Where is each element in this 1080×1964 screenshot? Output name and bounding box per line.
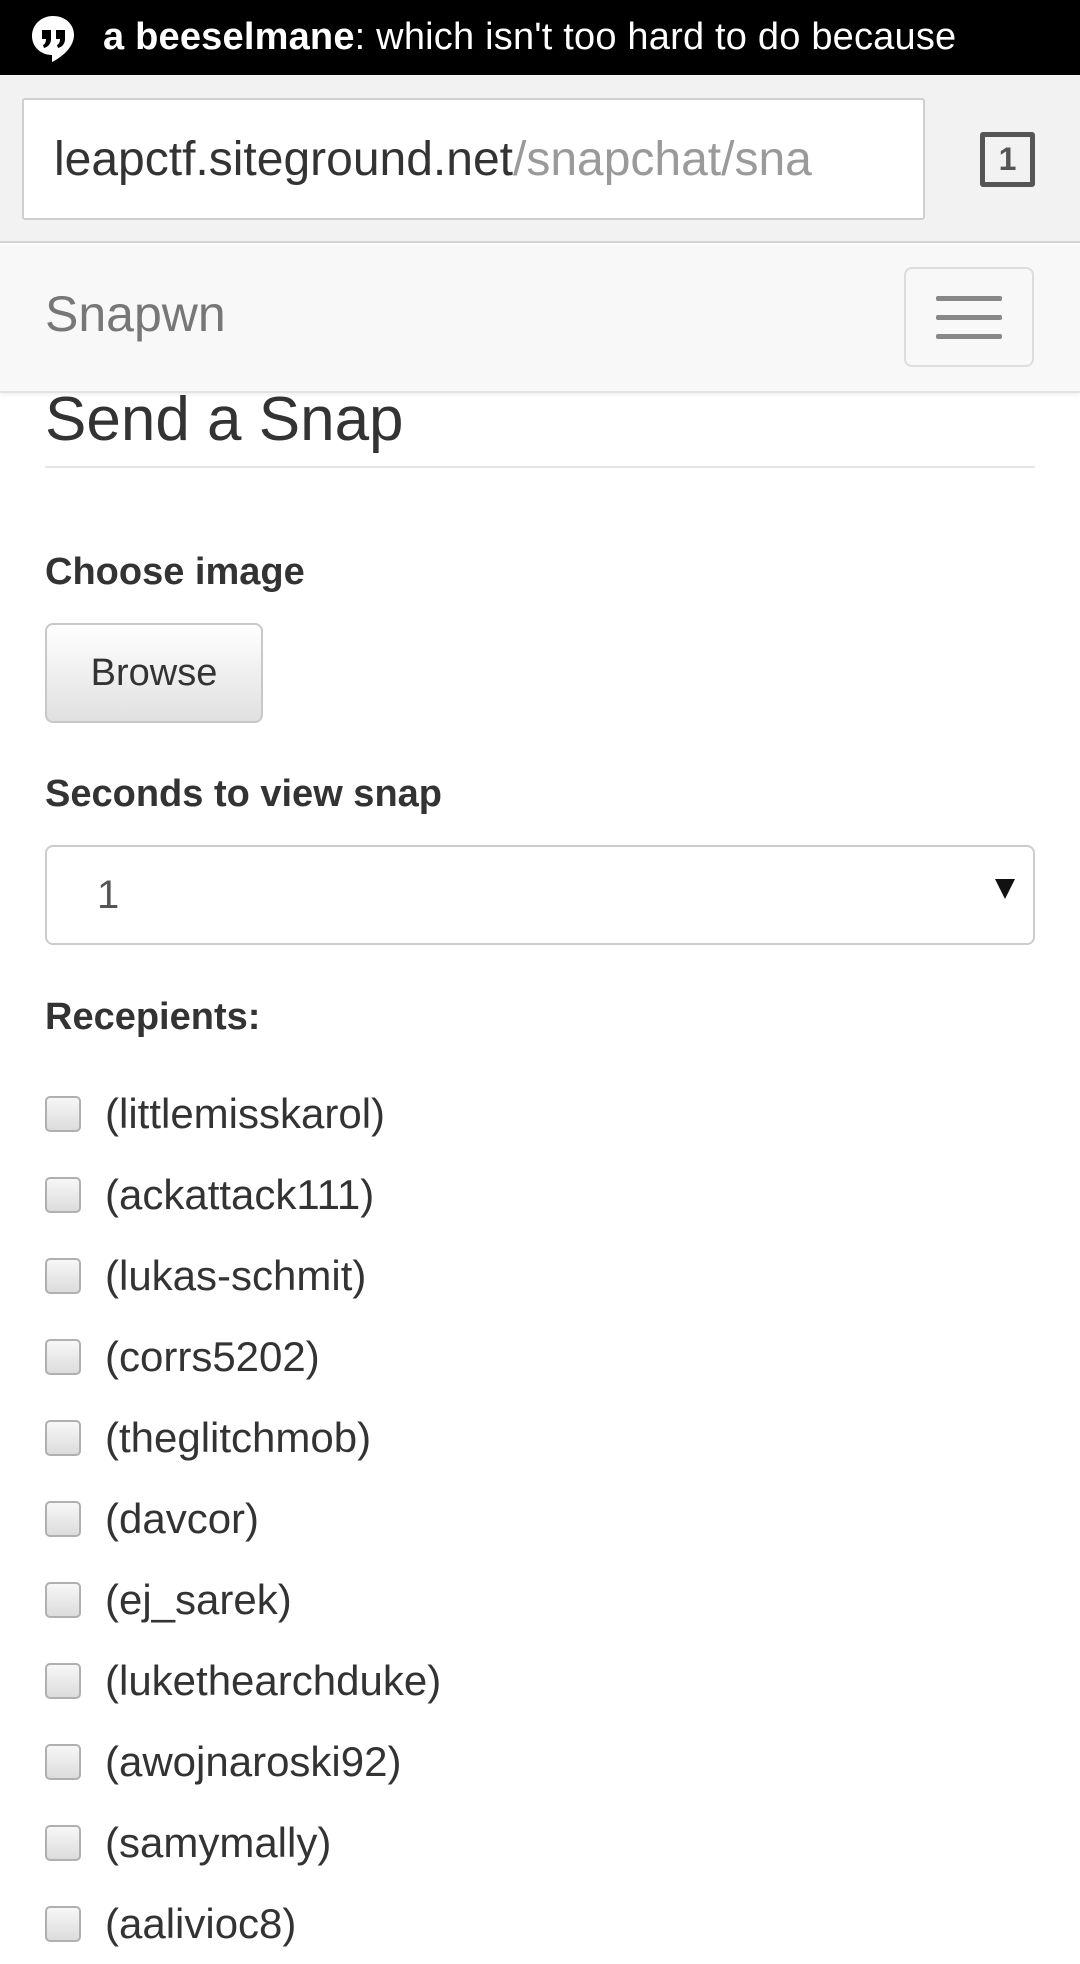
recipient-item[interactable]: (ackattack111) (45, 1154, 1035, 1235)
recipient-checkbox[interactable] (45, 1257, 81, 1294)
recipient-name: (corrs5202) (105, 1332, 320, 1380)
tab-count: 1 (998, 141, 1017, 177)
recipient-name: (littlemisskarol) (105, 1089, 386, 1137)
notification-sender: a beeselmane (103, 16, 355, 58)
recipient-item[interactable]: (aalivioc8) (45, 1883, 1035, 1964)
url-path: /snapchat/sna (512, 132, 812, 186)
recipient-name: (ackattack111) (105, 1170, 375, 1218)
recipient-name: (aalivioc8) (105, 1899, 297, 1947)
notification-message: : which isn't too hard to do because (354, 16, 957, 58)
seconds-label: Seconds to view snap (45, 773, 442, 815)
recipient-checkbox[interactable] (45, 1338, 81, 1375)
recipient-checkbox[interactable] (45, 1743, 81, 1780)
site-navbar: Snapwn (0, 245, 1080, 393)
recipient-checkbox[interactable] (45, 1662, 81, 1699)
recipient-item[interactable]: (theglitchmob) (45, 1397, 1035, 1478)
url-host: leapctf.siteground.net (54, 132, 513, 186)
recipient-checkbox[interactable] (45, 1419, 81, 1456)
recipient-item[interactable]: (ej_sarek) (45, 1559, 1035, 1640)
recipient-checkbox[interactable] (45, 1581, 81, 1618)
recipient-item[interactable]: (samymally) (45, 1802, 1035, 1883)
page-title: Send a Snap (45, 393, 1035, 468)
recipient-item[interactable]: (littlemisskarol) (45, 1073, 1035, 1154)
hangouts-icon (32, 15, 74, 62)
seconds-value: 1 (97, 872, 120, 917)
browse-button[interactable]: Browse (45, 623, 263, 723)
recipient-checkbox[interactable] (45, 1095, 81, 1132)
browser-toolbar: leapctf.siteground.net/snapchat/sna 1 (0, 75, 1080, 243)
choose-image-label: Choose image (45, 551, 305, 593)
menu-toggle-button[interactable] (904, 267, 1034, 367)
recipient-item[interactable]: (corrs5202) (45, 1316, 1035, 1397)
recipient-item[interactable]: (lukas-schmit) (45, 1235, 1035, 1316)
recipient-checkbox[interactable] (45, 1500, 81, 1537)
seconds-select[interactable]: 1 (45, 845, 1035, 945)
brand-link[interactable]: Snapwn (45, 285, 226, 343)
recipients-label: Recepients: (45, 996, 261, 1038)
recipient-checkbox[interactable] (45, 1905, 81, 1942)
recipient-checkbox[interactable] (45, 1176, 81, 1213)
recipient-name: (samymally) (105, 1818, 332, 1866)
recipient-item[interactable]: (davcor) (45, 1478, 1035, 1559)
url-bar[interactable]: leapctf.siteground.net/snapchat/sna (22, 98, 925, 220)
recipient-item[interactable]: (lukethearchduke) (45, 1640, 1035, 1721)
dropdown-arrow-icon (995, 879, 1015, 899)
recipient-name: (ej_sarek) (105, 1575, 292, 1623)
recipient-checkbox[interactable] (45, 1824, 81, 1861)
notification-ticker: a beeselmane: which isn't too hard to do… (0, 0, 1080, 75)
recipient-name: (awojnaroski92) (105, 1737, 402, 1785)
recipient-list: (littlemisskarol) (ackattack111) (lukas-… (45, 1073, 1035, 1964)
recipient-name: (lukas-schmit) (105, 1251, 367, 1299)
send-snap-form: Send a Snap Choose image Browse Seconds … (45, 393, 1035, 1947)
recipient-name: (theglitchmob) (105, 1413, 372, 1461)
recipient-name: (lukethearchduke) (105, 1656, 442, 1704)
notification-text: a beeselmane: which isn't too hard to do… (103, 16, 956, 59)
recipient-name: (davcor) (105, 1494, 260, 1542)
hamburger-icon (936, 295, 1002, 301)
recipient-item[interactable]: (awojnaroski92) (45, 1721, 1035, 1802)
tab-switcher-button[interactable]: 1 (980, 132, 1035, 187)
